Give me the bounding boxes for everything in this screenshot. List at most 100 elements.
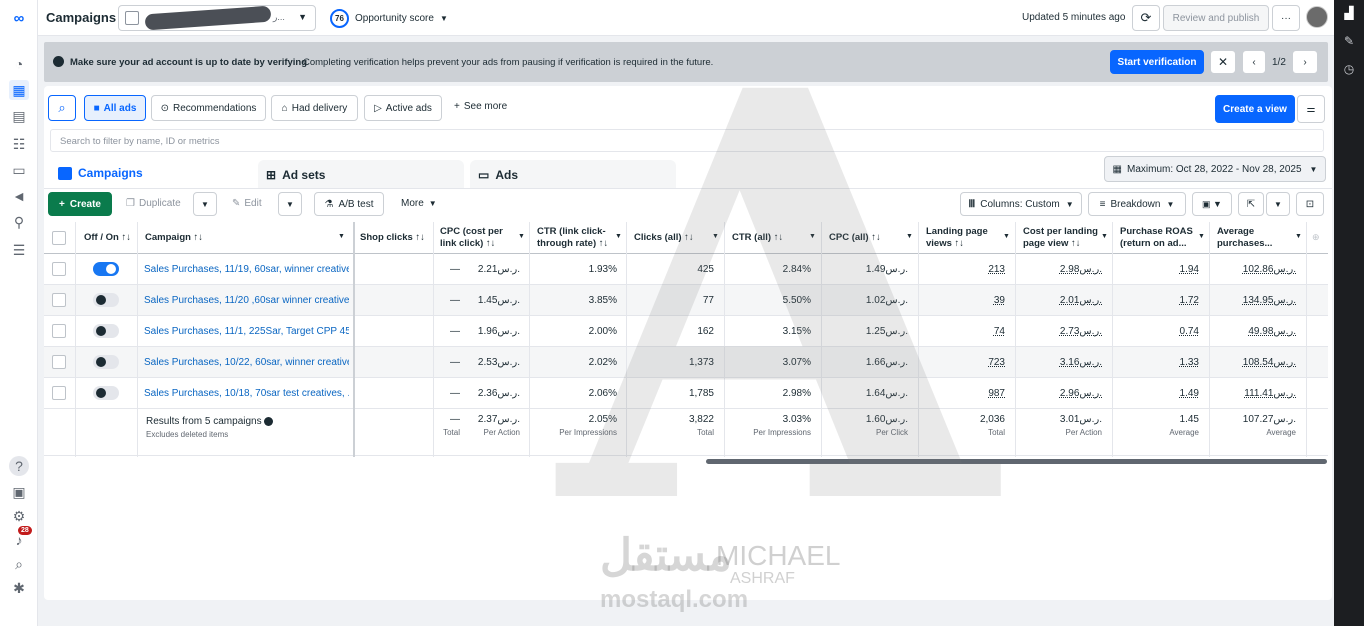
more-options-button[interactable]: ··· xyxy=(1272,5,1300,31)
tab-campaigns[interactable]: Campaigns xyxy=(50,158,254,188)
totals-label: Results from 5 campaigns xyxy=(146,416,274,427)
had-delivery-filter[interactable]: ⌂ Had delivery xyxy=(271,95,358,121)
prev-icon[interactable]: ‹ xyxy=(1242,50,1266,74)
help-icon[interactable]: ? xyxy=(9,456,29,476)
cpc-link-cell: 2.21ر.س. xyxy=(477,263,520,275)
header-landing-page-views[interactable]: Landing page views ↑↓ xyxy=(926,222,1001,254)
more-button[interactable]: More ▼ xyxy=(401,198,437,209)
row-checkbox[interactable] xyxy=(52,316,72,346)
campaign-name-link[interactable]: Sales Purchases, 10/18, 70sar test creat… xyxy=(144,378,349,408)
header-ctr-all[interactable]: CTR (all) ↑↓ xyxy=(732,222,812,254)
select-all-checkbox[interactable] xyxy=(52,222,72,254)
table-row[interactable]: Sales Purchases, 11/1, 225Sar, Target CP… xyxy=(44,316,1328,347)
table-row[interactable]: Sales Purchases, 11/20 ,60sar winner cre… xyxy=(44,285,1328,316)
menu-icon[interactable]: ☰ xyxy=(9,240,29,260)
table-row[interactable]: Sales Purchases, 11/19, 60sar, winner cr… xyxy=(44,254,1328,285)
duplicate-button[interactable]: ❐ Duplicate xyxy=(126,198,181,209)
status-toggle[interactable] xyxy=(93,347,123,377)
totals-landing-page-views-cell-sub: Total xyxy=(988,428,1005,437)
row-checkbox[interactable] xyxy=(52,347,72,377)
chart-icon[interactable]: ▟ xyxy=(1341,6,1357,22)
campaign-name-link[interactable]: Sales Purchases, 10/22, 60sar, winner cr… xyxy=(144,347,349,377)
header-ctr-link[interactable]: CTR (link click-through rate) ↑↓ xyxy=(537,222,617,254)
header-cost-per-lpv[interactable]: Cost per landing page view ↑↓ xyxy=(1023,222,1103,254)
account-icon[interactable]: ▣ xyxy=(9,482,29,502)
all-ads-filter[interactable]: ■ All ads xyxy=(84,95,146,121)
account-selector[interactable]: ر... ▼ xyxy=(118,5,316,31)
header-cpc-link[interactable]: CPC (cost per link click) ↑↓ xyxy=(440,222,520,254)
ab-test-button[interactable]: ⚗ A/B test xyxy=(314,192,384,216)
review-publish-button[interactable]: Review and publish xyxy=(1163,5,1269,31)
cpc-link-cell: 1.45ر.س. xyxy=(477,294,520,306)
campaigns-table-icon[interactable]: ▦ xyxy=(9,80,29,100)
campaign-name-link[interactable]: Sales Purchases, 11/19, 60sar, winner cr… xyxy=(144,254,349,284)
recommendations-filter[interactable]: ⊙ Recommendations xyxy=(151,95,266,121)
table-row[interactable]: Sales Purchases, 10/22, 60sar, winner cr… xyxy=(44,347,1328,378)
search-icon[interactable]: ⌕ xyxy=(9,554,29,574)
view-settings-icon[interactable]: ⚌ xyxy=(1297,95,1325,123)
cpc-all-cell: 1.49ر.س. xyxy=(865,263,908,275)
see-more-filter[interactable]: + See more xyxy=(454,101,507,112)
duplicate-dropdown[interactable]: ▼ xyxy=(193,192,217,216)
refresh-button[interactable]: ⟳ xyxy=(1132,5,1160,31)
header-cpc-all[interactable]: CPC (all) ↑↓ xyxy=(829,222,909,254)
header-shop-clicks[interactable]: Shop clicks ↑↓ xyxy=(360,222,430,254)
campaign-name-link[interactable]: Sales Purchases, 11/20 ,60sar winner cre… xyxy=(144,285,349,315)
row-checkbox[interactable] xyxy=(52,378,72,408)
edit-dropdown[interactable]: ▼ xyxy=(278,192,302,216)
campaign-name-link[interactable]: Sales Purchases, 11/1, 225Sar, Target CP… xyxy=(144,316,349,346)
opportunity-score[interactable]: 76 Opportunity score ▼ xyxy=(330,8,448,28)
audiences-icon[interactable]: ☷ xyxy=(9,134,29,154)
row-checkbox[interactable] xyxy=(52,254,72,284)
avatar[interactable] xyxy=(1306,6,1328,28)
left-nav: ∞ ◔ ▦ ▤ ☷ ▭ ◄ ⚲ ☰ ? ▣ ⚙ ♪ 28 ⌕ ✱ xyxy=(0,0,38,626)
edit-button[interactable]: ✎ Edit xyxy=(232,198,262,209)
export-icon[interactable]: ⇱ xyxy=(1238,192,1264,216)
billing-icon[interactable]: ▭ xyxy=(9,160,29,180)
charts-icon[interactable]: ⊡ xyxy=(1296,192,1324,216)
reports-icon[interactable]: ▤ xyxy=(9,106,29,126)
chevron-down-icon: ▼ xyxy=(1166,199,1175,209)
status-toggle[interactable] xyxy=(93,316,123,346)
breakdown-button[interactable]: ≡ Breakdown ▼ xyxy=(1088,192,1186,216)
close-icon[interactable]: ✕ xyxy=(1210,50,1236,74)
next-icon[interactable]: › xyxy=(1292,50,1318,74)
header-average-purchases[interactable]: Average purchases... xyxy=(1217,222,1297,254)
create-button[interactable]: + Create xyxy=(48,192,112,216)
info-icon[interactable] xyxy=(264,416,274,426)
status-toggle[interactable] xyxy=(93,285,123,315)
export-dropdown[interactable]: ▼ xyxy=(1266,192,1290,216)
search-toggle-button[interactable]: ⌕ xyxy=(48,95,76,121)
status-toggle[interactable] xyxy=(93,254,123,284)
settings-icon[interactable]: ⚙ xyxy=(9,506,29,526)
events-icon[interactable]: ⚲ xyxy=(9,212,29,232)
header-campaign[interactable]: Campaign ↑↓ xyxy=(145,222,325,254)
cpc-link-cell: 1.96ر.س. xyxy=(477,325,520,337)
date-range-picker[interactable]: ▦ Maximum: Oct 28, 2022 - Nov 28, 2025 ▼ xyxy=(1104,156,1326,182)
meta-logo-icon[interactable]: ∞ xyxy=(9,8,29,28)
clock-icon[interactable]: ◷ xyxy=(1341,62,1357,78)
cost-per-lpv-cell: 2.98ر.س. xyxy=(1059,263,1102,275)
bell-icon[interactable]: ♪ 28 xyxy=(9,526,32,550)
overview-icon[interactable]: ◔ xyxy=(9,54,29,74)
add-column-icon[interactable]: ⊕ xyxy=(1312,232,1320,243)
breakdown-icon: ≡ xyxy=(1099,198,1106,210)
row-checkbox[interactable] xyxy=(52,285,72,315)
horizontal-scrollbar[interactable] xyxy=(706,459,1327,464)
tab-ad-sets[interactable]: ⊞ Ad sets xyxy=(258,160,464,190)
start-verification-button[interactable]: Start verification xyxy=(1110,50,1204,74)
bug-icon[interactable]: ✱ xyxy=(9,578,29,598)
active-ads-filter[interactable]: ▷ Active ads xyxy=(364,95,442,121)
table-row[interactable]: Sales Purchases, 10/18, 70sar test creat… xyxy=(44,378,1328,409)
pencil-icon[interactable]: ✎ xyxy=(1341,34,1357,50)
reports-button[interactable]: ▣ ▼ xyxy=(1192,192,1232,216)
create-view-button[interactable]: Create a view xyxy=(1215,95,1295,123)
megaphone-icon[interactable]: ◄ xyxy=(9,186,29,206)
search-input[interactable]: Search to filter by name, ID or metrics xyxy=(50,129,1324,152)
status-toggle[interactable] xyxy=(93,378,123,408)
tab-ads[interactable]: ▭ Ads xyxy=(470,160,676,190)
header-purchase-roas[interactable]: Purchase ROAS (return on ad... xyxy=(1120,222,1198,254)
header-off-on[interactable]: Off / On ↑↓ xyxy=(84,222,134,254)
columns-button[interactable]: Ⅲ Columns: Custom ▼ xyxy=(960,192,1082,216)
header-clicks[interactable]: Clicks (all) ↑↓ xyxy=(634,222,714,254)
